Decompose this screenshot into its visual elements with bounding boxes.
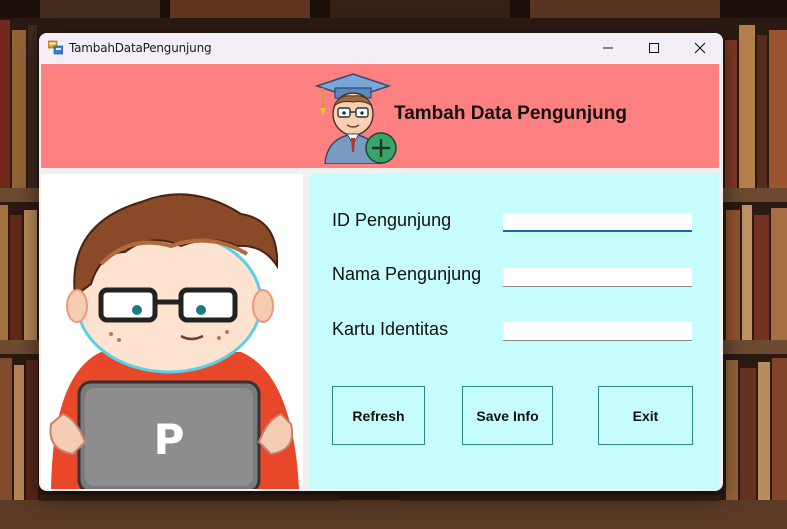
laptop-logo: P — [154, 415, 185, 464]
maximize-button[interactable] — [631, 33, 677, 63]
programmer-illustration: P — [49, 193, 299, 489]
id-pengunjung-input[interactable] — [503, 213, 692, 232]
app-icon — [47, 40, 64, 55]
kartu-identitas-input[interactable] — [503, 322, 692, 341]
page-title: Tambah Data Pengunjung — [394, 103, 627, 124]
minimize-button[interactable] — [585, 33, 631, 63]
id-pengunjung-label: ID Pengunjung — [332, 210, 452, 230]
exit-button[interactable]: Exit — [598, 386, 693, 445]
refresh-button[interactable]: Refresh — [332, 386, 425, 445]
title-bar[interactable]: TambahDataPengunjung — [39, 33, 723, 63]
graduate-add-icon — [309, 72, 401, 165]
app-window: TambahDataPengunjung Tambah Data Pengunj… — [39, 33, 723, 491]
window-title: TambahDataPengunjung — [69, 41, 212, 55]
kartu-identitas-label: Kartu Identitas — [332, 319, 449, 339]
maximize-icon — [649, 43, 659, 53]
close-button[interactable] — [677, 33, 723, 63]
nama-pengunjung-label: Nama Pengunjung — [332, 264, 482, 284]
minimize-icon — [603, 47, 613, 49]
close-icon — [694, 42, 706, 54]
illustration-panel: P — [41, 174, 303, 489]
nama-pengunjung-input[interactable] — [503, 268, 692, 287]
save-info-button[interactable]: Save Info — [462, 386, 553, 445]
header-banner: Tambah Data Pengunjung — [41, 64, 719, 168]
form-panel: ID Pengunjung Nama Pengunjung Kartu Iden… — [310, 174, 719, 489]
